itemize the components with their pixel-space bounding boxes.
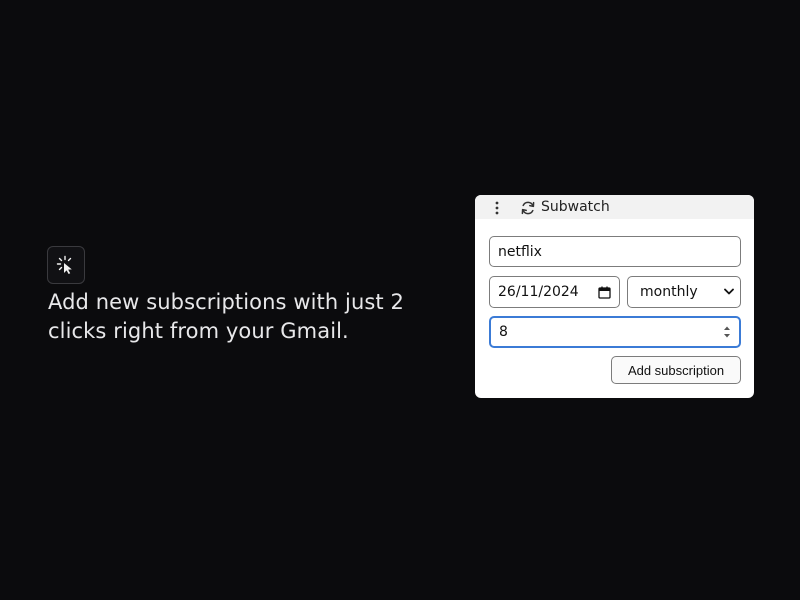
feature-description: Add new subscriptions with just 2 clicks… [48,290,405,343]
start-date-value: 26/11/2024 [498,284,579,300]
refresh-icon [520,200,536,216]
frequency-select[interactable]: monthly [627,276,741,308]
stage: Add new subscriptions with just 2 clicks… [0,0,800,600]
start-date-input[interactable]: 26/11/2024 [489,276,620,308]
cursor-click-icon [56,255,76,275]
amount-input[interactable]: 8 [489,316,741,348]
frequency-value: monthly [640,284,698,300]
add-subscription-button[interactable]: Add subscription [611,356,741,384]
calendar-icon[interactable] [598,286,611,299]
chevron-down-icon [724,288,734,296]
amount-value: 8 [499,324,508,340]
subwatch-popup: Subwatch netflix 26/11/2024 monthly 8 Ad… [475,195,754,398]
stepper-icon[interactable] [723,325,731,339]
app-name: Subwatch [541,199,610,215]
subscription-name-input[interactable]: netflix [489,236,741,267]
kebab-menu-icon[interactable] [490,200,504,216]
subscription-name-value: netflix [498,243,542,260]
feature-icon-box [47,246,85,284]
popup-header: Subwatch [475,195,754,219]
